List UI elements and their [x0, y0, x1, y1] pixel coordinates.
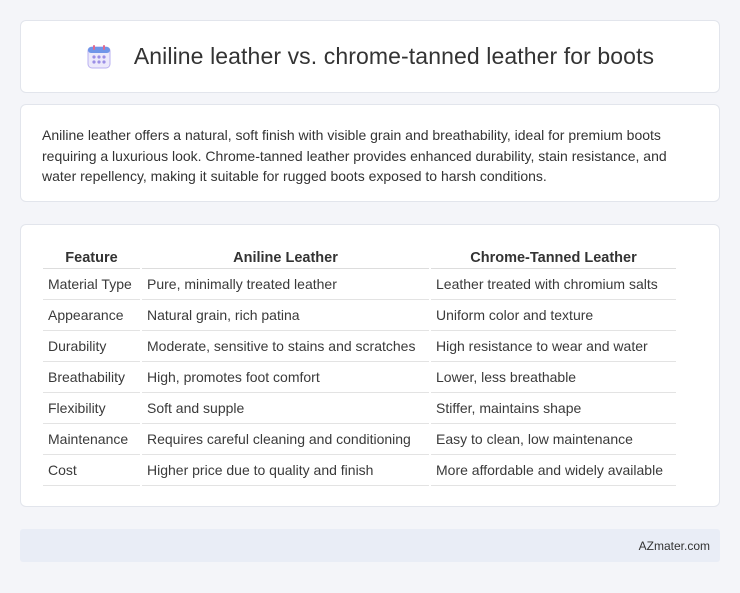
page-title: Aniline leather vs. chrome-tanned leathe… [133, 43, 655, 69]
table-cell-feature: Breathability [43, 362, 140, 393]
table-cell-chrome-tanned: High resistance to wear and water [431, 331, 676, 362]
column-header-aniline: Aniline Leather [142, 247, 429, 269]
table-cell-chrome-tanned: Easy to clean, low maintenance [431, 424, 676, 455]
table-cell-feature: Maintenance [43, 424, 140, 455]
table-cell-feature: Durability [43, 331, 140, 362]
table-cell-chrome-tanned: Lower, less breathable [431, 362, 676, 393]
table-row: Durability Moderate, sensitive to stains… [43, 331, 676, 362]
title-card: Aniline leather vs. chrome-tanned leathe… [20, 20, 720, 93]
table-row: Material Type Pure, minimally treated le… [43, 269, 676, 300]
table-card: Feature Aniline Leather Chrome-Tanned Le… [20, 224, 720, 507]
summary-text: Aniline leather offers a natural, soft f… [42, 127, 667, 184]
column-header-chrome-tanned: Chrome-Tanned Leather [431, 247, 676, 269]
table-row: Cost Higher price due to quality and fin… [43, 455, 676, 486]
comparison-table: Feature Aniline Leather Chrome-Tanned Le… [41, 247, 678, 486]
summary-card: Aniline leather offers a natural, soft f… [20, 104, 720, 202]
table-row: Maintenance Requires careful cleaning an… [43, 424, 676, 455]
table-cell-aniline: Natural grain, rich patina [142, 300, 429, 331]
table-cell-feature: Material Type [43, 269, 140, 300]
table-cell-chrome-tanned: Stiffer, maintains shape [431, 393, 676, 424]
table-cell-feature: Flexibility [43, 393, 140, 424]
footer-bar: AZmater.com [20, 529, 720, 562]
table-row: Flexibility Soft and supple Stiffer, mai… [43, 393, 676, 424]
table-cell-aniline: Moderate, sensitive to stains and scratc… [142, 331, 429, 362]
footer-site-name: AZmater.com [638, 538, 710, 553]
table-cell-chrome-tanned: Uniform color and texture [431, 300, 676, 331]
table-cell-aniline: Pure, minimally treated leather [142, 269, 429, 300]
table-cell-aniline: Higher price due to quality and finish [142, 455, 429, 486]
table-cell-chrome-tanned: Leather treated with chromium salts [431, 269, 676, 300]
column-header-feature: Feature [43, 247, 140, 269]
table-cell-aniline: Soft and supple [142, 393, 429, 424]
table-cell-aniline: Requires careful cleaning and conditioni… [142, 424, 429, 455]
table-cell-feature: Appearance [43, 300, 140, 331]
table-row: Appearance Natural grain, rich patina Un… [43, 300, 676, 331]
table-cell-aniline: High, promotes foot comfort [142, 362, 429, 393]
table-header-row: Feature Aniline Leather Chrome-Tanned Le… [43, 247, 676, 269]
table-row: Breathability High, promotes foot comfor… [43, 362, 676, 393]
calendar-icon [86, 44, 112, 70]
table-cell-chrome-tanned: More affordable and widely available [431, 455, 676, 486]
table-cell-feature: Cost [43, 455, 140, 486]
